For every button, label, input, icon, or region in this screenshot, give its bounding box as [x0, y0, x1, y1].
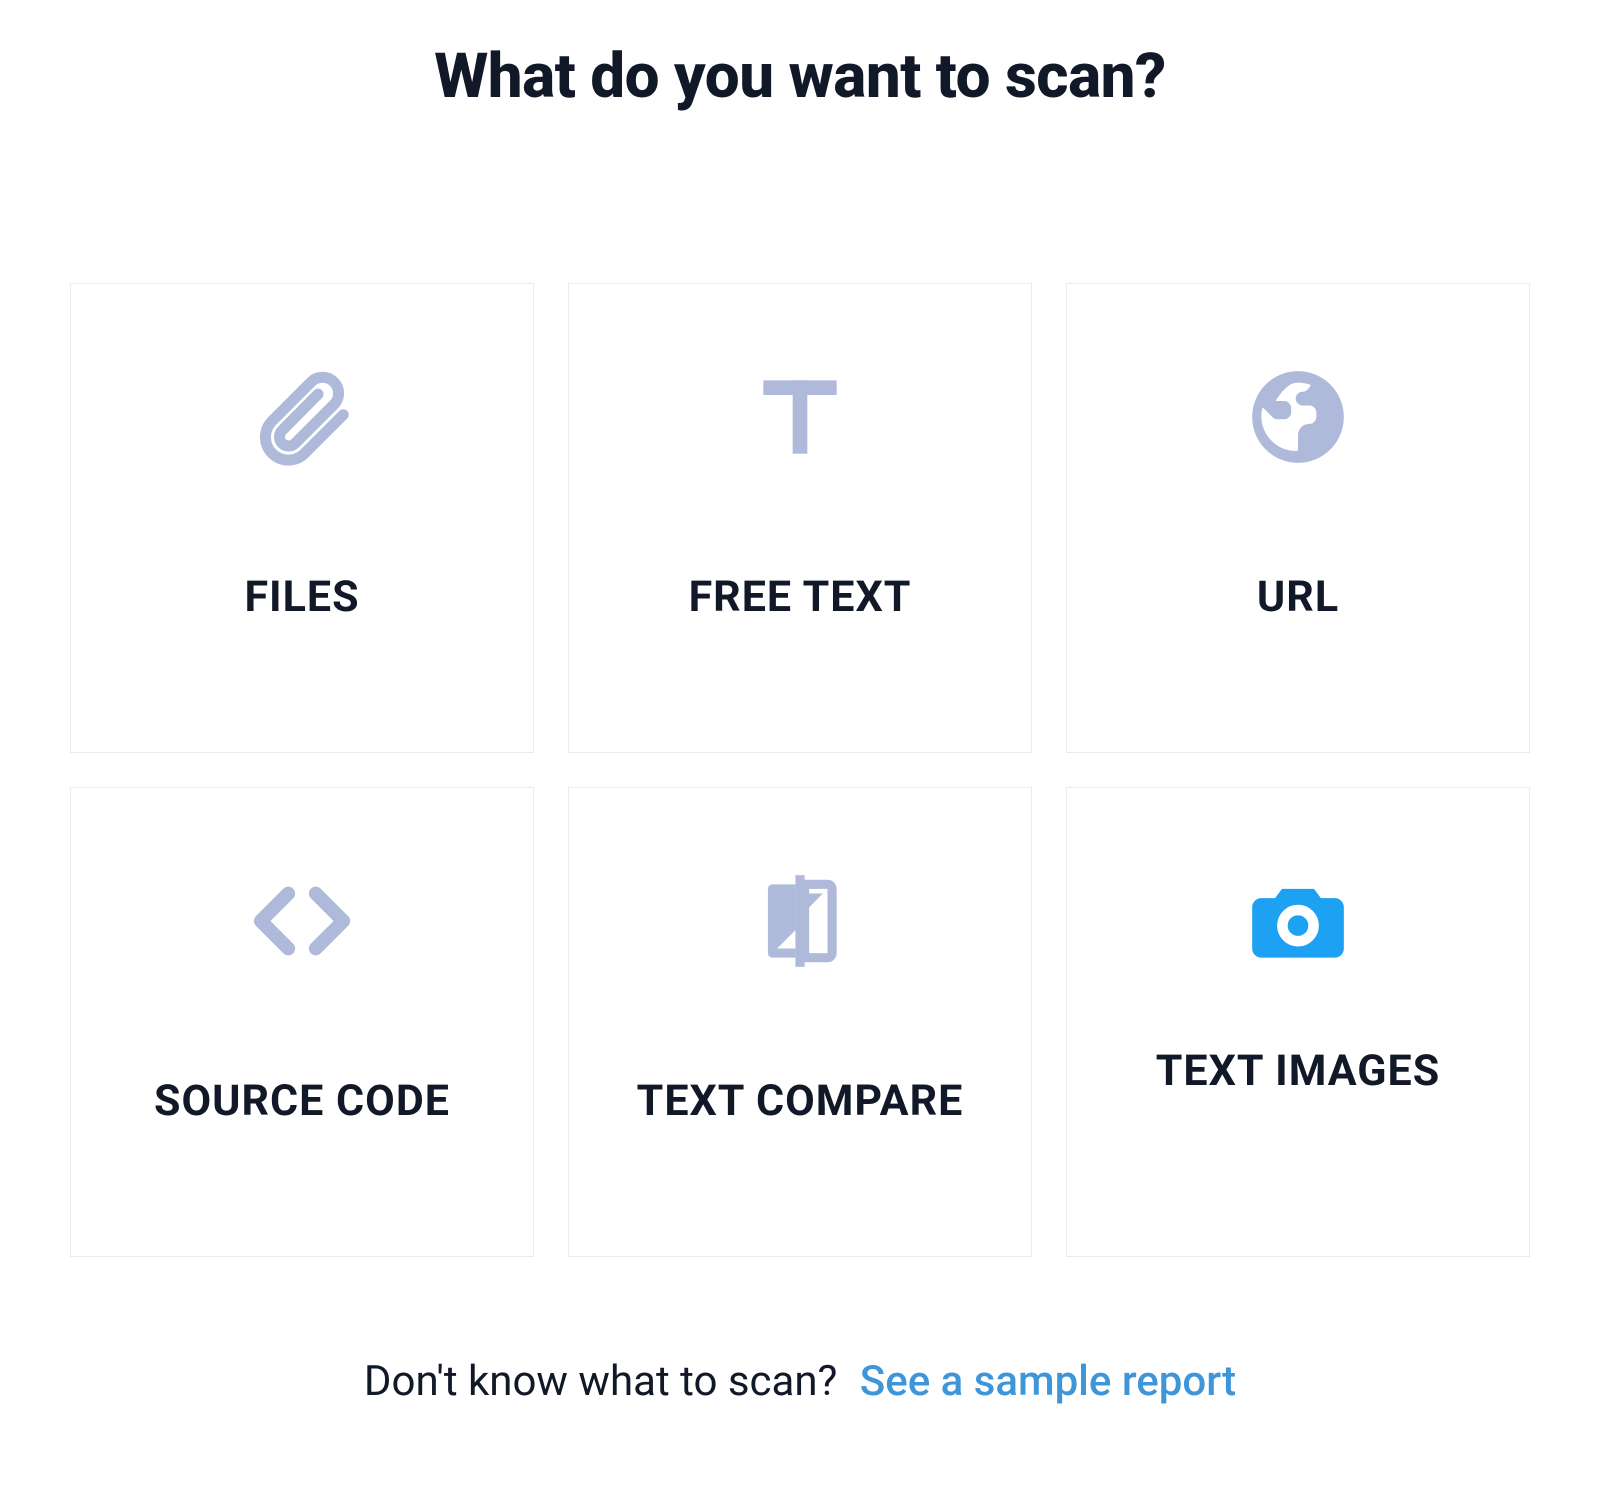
- option-source-code[interactable]: SOURCE CODE: [70, 787, 534, 1257]
- option-source-code-label: SOURCE CODE: [134, 1076, 470, 1128]
- footer-prompt: Don't know what to scan?: [364, 1357, 837, 1406]
- option-url-label: URL: [1237, 572, 1359, 624]
- option-files[interactable]: FILES: [70, 283, 534, 753]
- paperclip-icon: [247, 362, 357, 472]
- option-text-compare-label: TEXT COMPARE: [617, 1076, 984, 1128]
- option-text-compare[interactable]: TEXT COMPARE: [568, 787, 1032, 1257]
- option-files-label: FILES: [224, 572, 379, 624]
- option-text-images-label: TEXT IMAGES: [1136, 1046, 1460, 1098]
- sample-report-link[interactable]: See a sample report: [860, 1357, 1236, 1406]
- camera-icon: [1243, 866, 1353, 976]
- scan-options-grid: FILES FREE TEXT URL: [70, 283, 1530, 1257]
- compare-icon: [745, 866, 855, 976]
- page-title: What do you want to scan?: [70, 40, 1530, 113]
- option-text-images[interactable]: TEXT IMAGES: [1066, 787, 1530, 1257]
- globe-icon: [1243, 362, 1353, 472]
- option-url[interactable]: URL: [1066, 283, 1530, 753]
- code-brackets-icon: [247, 866, 357, 976]
- footer: Don't know what to scan? See a sample re…: [70, 1357, 1530, 1406]
- option-free-text[interactable]: FREE TEXT: [568, 283, 1032, 753]
- option-free-text-label: FREE TEXT: [669, 572, 932, 624]
- text-t-icon: [745, 362, 855, 472]
